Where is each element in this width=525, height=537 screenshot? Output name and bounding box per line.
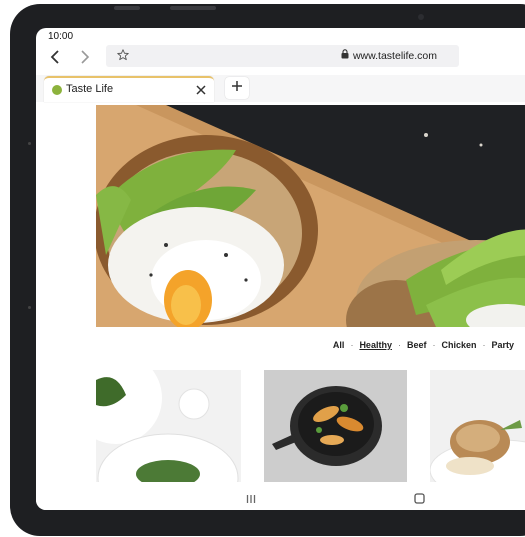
back-icon[interactable] — [45, 47, 65, 67]
category-separator: · — [432, 340, 436, 350]
plus-icon — [231, 79, 243, 97]
close-icon[interactable] — [194, 83, 208, 97]
navigation-bar — [36, 482, 525, 510]
url-bar[interactable]: www.tastelife.com — [106, 45, 459, 67]
recipe-thumbnail[interactable] — [264, 370, 407, 482]
lock-icon — [341, 49, 349, 62]
sensor-dot — [28, 142, 31, 145]
sensor-dot — [28, 306, 31, 309]
volume-button — [114, 6, 140, 10]
category-chicken[interactable]: Chicken — [441, 340, 476, 350]
category-beef[interactable]: Beef — [407, 340, 427, 350]
power-button — [170, 6, 216, 10]
category-separator: · — [350, 340, 354, 350]
category-filter: All · Healthy · Beef · Chicken · Party — [333, 340, 514, 350]
category-separator: · — [397, 340, 401, 350]
status-time: 10:00 — [48, 31, 74, 42]
browser-toolbar: www.tastelife.com — [36, 43, 525, 71]
screen: 10:00 www.tastelife.com Taste Life All ·… — [36, 28, 525, 510]
url-text: www.tastelife.com — [352, 49, 437, 62]
recipe-thumbnail[interactable] — [430, 370, 525, 482]
tab-strip: Taste Life — [36, 75, 525, 102]
recents-icon[interactable] — [246, 491, 256, 509]
category-healthy[interactable]: Healthy — [359, 340, 392, 350]
category-separator: · — [482, 340, 486, 350]
new-tab-button[interactable] — [225, 77, 249, 99]
category-all[interactable]: All — [333, 340, 345, 350]
hero-image — [96, 105, 525, 327]
tab-title: Taste Life — [66, 83, 114, 95]
category-party[interactable]: Party — [491, 340, 514, 350]
favicon-icon — [52, 85, 62, 95]
star-icon[interactable] — [116, 48, 130, 67]
forward-icon[interactable] — [75, 47, 95, 67]
recipe-thumbnail[interactable] — [96, 370, 241, 482]
home-icon[interactable] — [414, 491, 425, 509]
camera-lens — [418, 14, 424, 20]
browser-tab[interactable]: Taste Life — [44, 76, 214, 102]
